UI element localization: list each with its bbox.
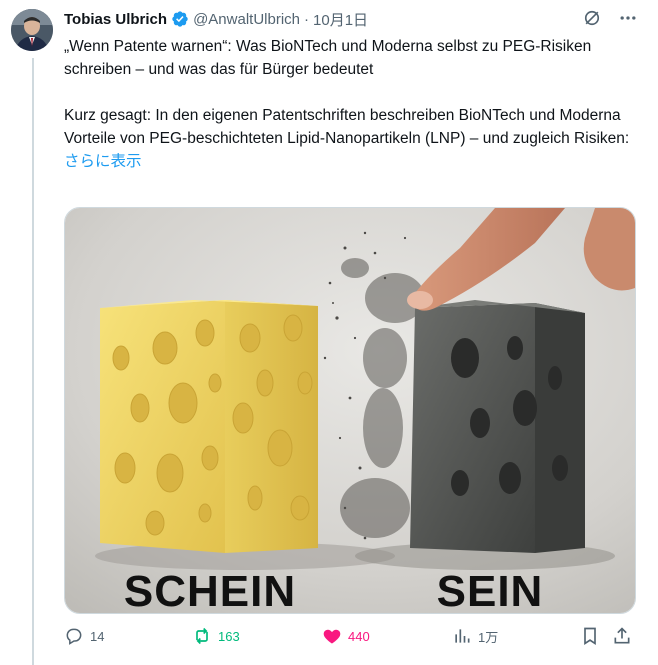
author-name[interactable]: Tobias Ulbrich [64,11,167,28]
tweet-header: Tobias Ulbrich @AnwaltUlbrich · 10月1日 [64,8,638,30]
like-icon [322,626,342,646]
repost-icon [192,626,212,646]
views-button[interactable]: 1万 [452,624,498,648]
tweet-body: „Wenn Patente warnen“: Was BioNTech und … [64,38,630,147]
show-more-link[interactable]: さらに表示 [64,153,142,170]
action-bar: 14 163 440 1万 [64,624,644,648]
left-caption: SCHEIN [124,567,296,613]
avatar[interactable] [11,9,53,51]
reply-icon [64,626,84,646]
share-icon [612,626,632,646]
views-count: 1万 [478,629,499,645]
separator-dot: · [304,10,310,28]
cheese-stone-illustration: SCHEIN SEIN [65,208,635,613]
like-count: 440 [348,628,370,644]
tweet-text: „Wenn Patente warnen“: Was BioNTech und … [64,35,644,173]
verified-icon [171,10,189,28]
right-caption: SEIN [437,567,544,613]
repost-button[interactable]: 163 [192,624,240,648]
author-handle[interactable]: @AnwaltUlbrich [193,11,300,28]
bookmark-button[interactable] [580,624,600,648]
thread-line [32,58,34,665]
tweet-image[interactable]: SCHEIN SEIN [64,207,636,614]
repost-count: 163 [218,628,240,644]
tweet-date[interactable]: 10月1日 [313,9,368,30]
like-button[interactable]: 440 [322,624,370,648]
share-button[interactable] [612,624,632,648]
reply-button[interactable]: 14 [64,624,104,648]
grok-icon[interactable] [582,8,602,28]
more-icon[interactable] [618,8,638,28]
views-icon [452,626,472,646]
bookmark-icon [580,626,600,646]
reply-count: 14 [90,628,105,644]
